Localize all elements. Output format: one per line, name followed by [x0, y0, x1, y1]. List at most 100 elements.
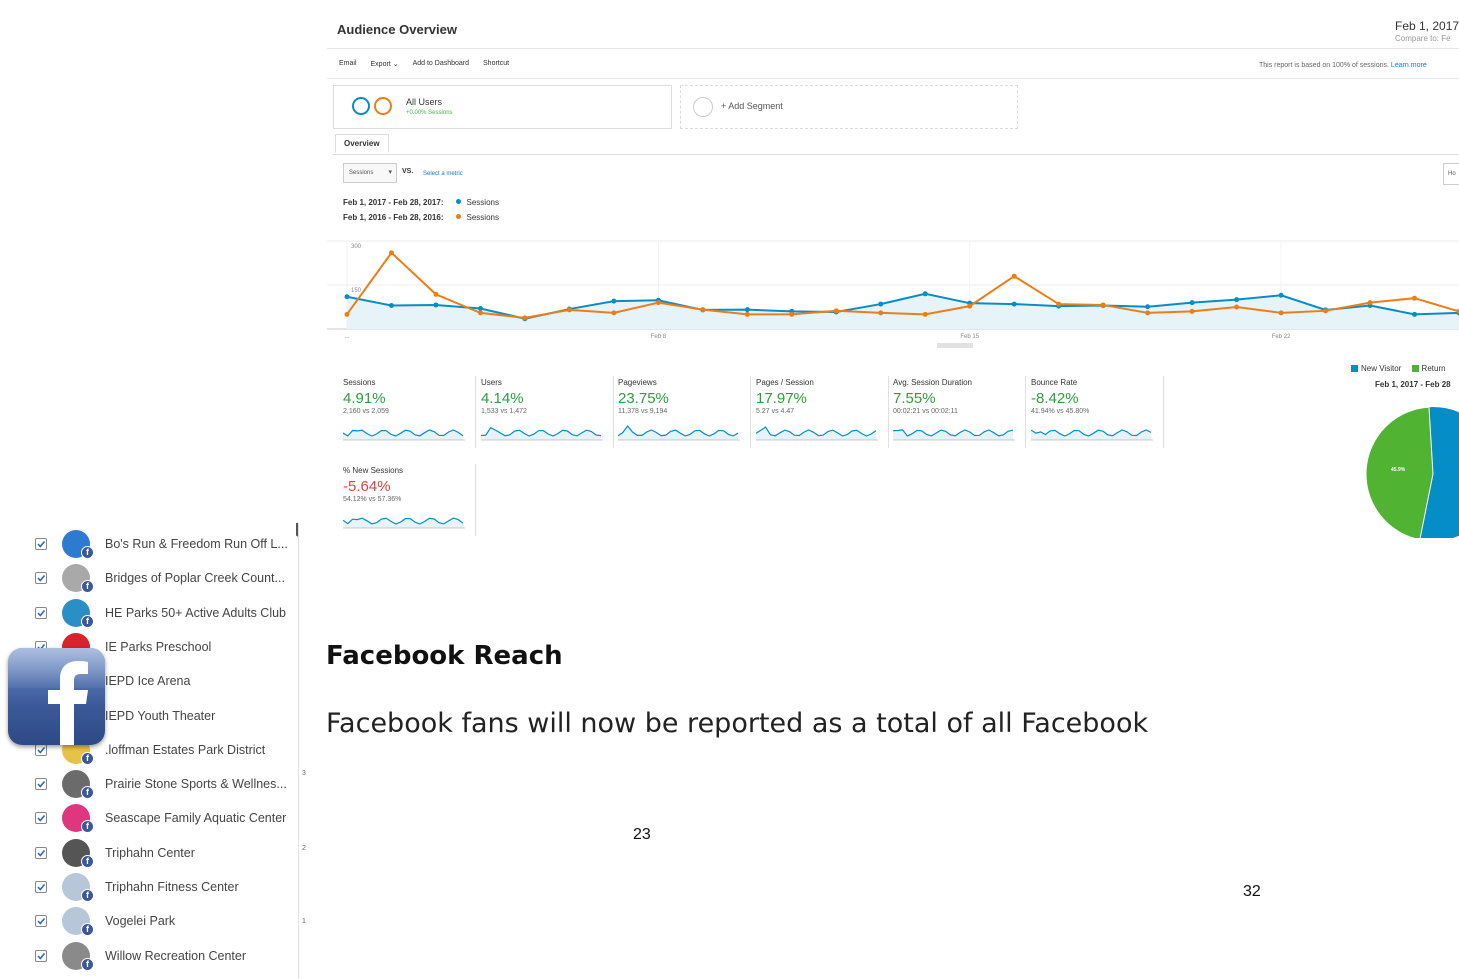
- metric-change: 17.97%: [756, 390, 807, 407]
- page-checkbox[interactable]: [35, 606, 47, 619]
- data-point[interactable]: [1145, 304, 1151, 310]
- page-checkbox[interactable]: [35, 881, 47, 893]
- data-point[interactable]: [611, 298, 617, 304]
- metric-tile[interactable]: Users 4.14% 1,533 vs 1,472: [481, 378, 611, 448]
- facebook-page-row[interactable]: f Triphahn Fitness Center: [28, 870, 298, 904]
- data-point[interactable]: [522, 315, 528, 321]
- section-paragraph: Facebook fans will now be reported as a …: [326, 708, 1149, 739]
- facebook-page-name: IE Parks Preschool: [105, 639, 212, 654]
- metric-dropdown[interactable]: Sessions ▾: [343, 163, 397, 183]
- metric-change: -8.42%: [1031, 390, 1079, 407]
- data-point[interactable]: [1278, 292, 1284, 298]
- facebook-page-row[interactable]: f Seascape Family Aquatic Center: [28, 801, 298, 835]
- data-point[interactable]: [1100, 302, 1106, 308]
- data-point[interactable]: [1189, 300, 1195, 306]
- page-checkbox[interactable]: [35, 778, 47, 791]
- data-point[interactable]: [388, 303, 394, 309]
- data-point[interactable]: [1278, 310, 1284, 316]
- page-checkbox[interactable]: [35, 743, 47, 756]
- data-point[interactable]: [1412, 311, 1418, 317]
- data-point[interactable]: [1412, 295, 1418, 301]
- sparkline: [756, 426, 878, 441]
- metric-compare: 2,160 vs 2,059: [343, 408, 389, 415]
- segment-all-users[interactable]: All Users +0.00% Sessions: [333, 85, 672, 129]
- tab-overview[interactable]: Overview: [335, 134, 389, 153]
- data-point[interactable]: [1011, 301, 1017, 307]
- facebook-page-name: Bridges of Poplar Creek Count...: [105, 571, 285, 586]
- select-metric-link[interactable]: Select a metric: [423, 171, 463, 177]
- data-point[interactable]: [433, 302, 439, 308]
- data-point[interactable]: [1056, 301, 1062, 307]
- facebook-page-name: .loffman Estates Park District: [105, 742, 266, 757]
- page-checkbox[interactable]: [35, 538, 47, 550]
- export-button[interactable]: Export ⌄: [371, 60, 399, 68]
- page-checkbox[interactable]: [35, 572, 47, 585]
- facebook-page-row[interactable]: f HE Parks 50+ Active Adults Club: [28, 596, 298, 630]
- data-point[interactable]: [566, 307, 572, 313]
- metric-compare: 00:02:21 vs 00:02:11: [893, 408, 958, 415]
- facebook-badge-icon: f: [81, 751, 94, 765]
- data-point[interactable]: [655, 300, 661, 306]
- metric-tile[interactable]: Pageviews 23.75% 11,378 vs 9,194: [618, 378, 748, 448]
- facebook-page-row[interactable]: f Triphahn Center: [28, 836, 298, 870]
- metric-compare: 1,533 vs 1,472: [481, 408, 527, 415]
- data-point[interactable]: [1323, 308, 1329, 314]
- metric-tile[interactable]: % New Sessions -5.64% 54.12% vs 57.36%: [343, 466, 473, 536]
- data-point[interactable]: [433, 291, 439, 297]
- add-to-dashboard-button[interactable]: Add to Dashboard: [413, 60, 469, 68]
- data-point[interactable]: [922, 311, 928, 317]
- data-point[interactable]: [700, 307, 706, 313]
- data-point[interactable]: [344, 311, 350, 317]
- date-range-selector[interactable]: Feb 1, 2017 Compare to: Fe: [1395, 19, 1459, 43]
- metric-change: 4.91%: [343, 390, 386, 407]
- x-tick-label: Feb 22: [1272, 334, 1291, 340]
- data-point[interactable]: [1367, 300, 1373, 306]
- chart-scroll-handle[interactable]: [937, 343, 973, 348]
- compare-label: Compare to: Fe: [1395, 34, 1451, 43]
- data-point[interactable]: [477, 305, 483, 311]
- metric-tile[interactable]: Sessions 4.91% 2,160 vs 2,059: [343, 378, 473, 448]
- facebook-page-row[interactable]: f Willow Recreation Center: [28, 939, 298, 973]
- add-segment-button[interactable]: + Add Segment: [680, 85, 1018, 129]
- data-point[interactable]: [744, 307, 750, 313]
- facebook-page-row[interactable]: f Bo's Run & Freedom Run Off L...: [28, 527, 298, 561]
- sparkline: [343, 429, 465, 441]
- data-point[interactable]: [1234, 304, 1240, 310]
- data-point[interactable]: [1145, 310, 1151, 316]
- facebook-page-row[interactable]: f Vogelei Park: [28, 904, 298, 938]
- hourly-button[interactable]: Ho: [1443, 163, 1459, 185]
- page-checkbox[interactable]: [35, 915, 47, 928]
- shortcut-button[interactable]: Shortcut: [483, 60, 509, 68]
- page-checkbox[interactable]: [35, 949, 47, 962]
- facebook-page-row[interactable]: f Prairie Stone Sports & Wellnes...: [28, 767, 298, 801]
- data-point[interactable]: [477, 310, 483, 316]
- learn-more-link[interactable]: Learn more: [1391, 62, 1427, 69]
- data-point[interactable]: [878, 310, 884, 316]
- metric-tile[interactable]: Avg. Session Duration 7.55% 00:02:21 vs 00…: [893, 378, 1023, 448]
- data-point[interactable]: [878, 301, 884, 307]
- data-point[interactable]: [388, 250, 394, 256]
- email-button[interactable]: Email: [339, 60, 357, 68]
- data-point[interactable]: [344, 294, 350, 300]
- facebook-badge-icon: f: [81, 614, 94, 628]
- facebook-page-row[interactable]: f Bridges of Poplar Creek Count...: [28, 561, 298, 595]
- data-point[interactable]: [967, 303, 973, 309]
- checkmark-icon: [37, 815, 46, 823]
- data-point[interactable]: [744, 311, 750, 317]
- page-checkbox[interactable]: [35, 846, 47, 859]
- metric-name: % New Sessions: [343, 466, 404, 475]
- metric-tile[interactable]: Bounce Rate -8.42% 41.94% vs 45.80%: [1031, 378, 1161, 448]
- data-point[interactable]: [1011, 273, 1017, 279]
- data-point[interactable]: [789, 311, 795, 317]
- report-toolbar: Email Export ⌄ Add to Dashboard Shortcut: [339, 60, 509, 68]
- metric-tile[interactable]: Pages / Session 17.97% 5.27 vs 4.47: [756, 378, 886, 448]
- report-note-text: This report is based on 100% of sessions…: [1259, 62, 1389, 69]
- data-point[interactable]: [1234, 297, 1240, 303]
- data-point[interactable]: [1189, 308, 1195, 314]
- scrollbar-thumb[interactable]: [296, 523, 298, 539]
- page-checkbox[interactable]: [35, 812, 47, 825]
- metric-name: Pages / Session: [756, 378, 814, 387]
- data-point[interactable]: [833, 308, 839, 314]
- data-point[interactable]: [922, 291, 928, 297]
- data-point[interactable]: [611, 310, 617, 316]
